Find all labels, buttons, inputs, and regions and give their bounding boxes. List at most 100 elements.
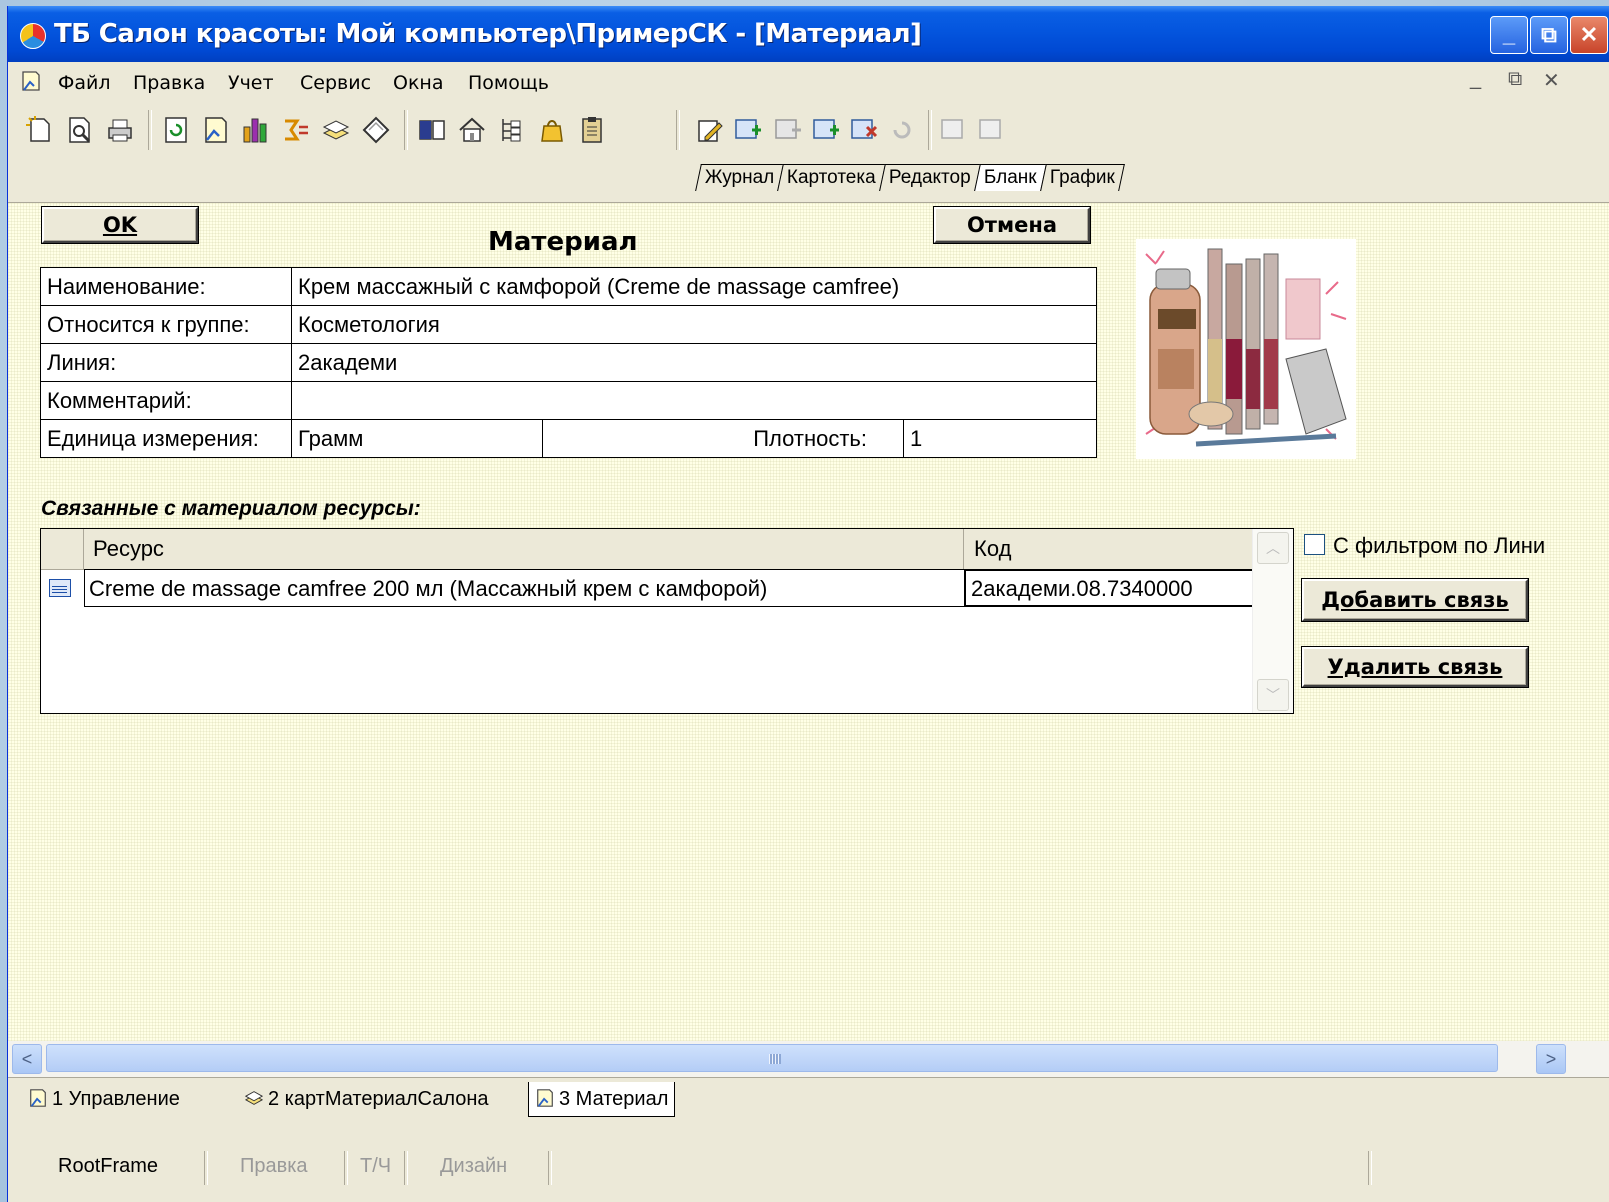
record-add-icon[interactable] [732,114,764,146]
menu-windows[interactable]: Окна [393,72,444,94]
grid-header-indicator [41,529,84,569]
document-icon [537,1089,553,1107]
stack-icon [244,1091,264,1105]
line-filter-checkbox[interactable]: С фильтром по Лини [1304,533,1545,559]
line-filter-label: С фильтром по Лини [1333,533,1546,558]
view-tabs: Журнал Картотека Редактор Бланк График [695,164,1125,192]
material-fields-table: Наименование: Крем массажный с камфорой … [40,267,1097,458]
unit-label: Единица измерения: [40,419,292,458]
menu-service[interactable]: Сервис [300,72,371,94]
resources-section-label: Связанные с материалом ресурсы: [41,497,421,520]
column-header-resource[interactable]: Ресурс [84,529,964,569]
group-label: Относится к группе: [40,305,292,344]
window-tabs: 1 Управление 2 картМатериалСалона 3 Мате… [8,1077,1609,1122]
tab-cardfile[interactable]: Картотека [777,164,886,191]
resources-grid: Ресурс Код Creme de massage camfree 200 … [40,528,1294,714]
tab-window-material-card[interactable]: 2 картМатериалСалона [244,1082,489,1116]
book-icon[interactable] [416,114,448,146]
stack-icon[interactable] [320,114,352,146]
toolbar: Журнал Картотека Редактор Бланк График [8,102,1609,203]
home-icon[interactable] [456,114,488,146]
close-button[interactable]: ✕ [1570,16,1608,54]
record-icon [49,579,71,597]
mdi-restore-button[interactable]: ⧉ [1508,68,1522,91]
record-copy-icon[interactable] [772,114,804,146]
window-title: ТБ Салон красоты: Мой компьютер\ПримерСК… [54,19,922,49]
remove-link-button[interactable]: Удалить связь [1302,647,1528,687]
record-next-icon[interactable] [976,114,1008,146]
table-row[interactable]: Creme de massage camfree 200 мл (Массажн… [41,569,1254,609]
refresh-icon[interactable] [160,114,192,146]
doc-icon[interactable] [200,114,232,146]
scroll-left-icon[interactable]: < [12,1044,42,1074]
sum-icon[interactable] [280,114,312,146]
density-label: Плотность: [542,419,904,458]
preview-icon[interactable] [64,114,96,146]
density-field[interactable]: 1 [903,419,1097,458]
column-header-code[interactable]: Код [966,529,1254,569]
minimize-button[interactable]: _ [1490,16,1528,54]
code-cell[interactable]: 2академи.08.7340000 [964,569,1254,607]
scroll-down-icon[interactable]: ﹀ [1257,679,1289,711]
menu-edit[interactable]: Правка [133,72,205,94]
main-window: ТБ Салон красоты: Мой компьютер\ПримерСК… [8,6,1609,1202]
chart-icon[interactable] [240,114,272,146]
scroll-right-icon[interactable]: > [1536,1044,1566,1074]
name-label: Наименование: [40,267,292,306]
status-edit: Правка [240,1155,308,1177]
grid-header: Ресурс Код [41,529,1253,570]
form-area: OK Отмена Материал Наименование: Крем ма… [8,203,1609,1041]
tab-chart[interactable]: График [1039,164,1125,191]
unit-field[interactable]: Грамм [291,419,543,458]
comment-label: Комментарий: [40,381,292,420]
grip-icon [769,1054,781,1064]
record-delete-icon[interactable] [848,114,880,146]
resource-cell[interactable]: Creme de massage camfree 200 мл (Массажн… [84,569,964,607]
status-bar: RootFrame Правка Т/Ч Дизайн [8,1121,1609,1202]
name-field[interactable]: Крем массажный с камфорой (Creme de mass… [291,267,1097,306]
horizontal-scrollbar[interactable]: < > [8,1041,1609,1077]
tab-window-material[interactable]: 3 Материал [528,1082,676,1117]
print-icon[interactable] [104,114,136,146]
add-link-button[interactable]: Добавить связь [1302,579,1528,621]
record-refresh-icon[interactable] [886,114,918,146]
line-label: Линия: [40,343,292,382]
record-insert-icon[interactable] [810,114,842,146]
app-logo-icon [20,23,46,49]
status-rootframe: RootFrame [58,1155,159,1177]
record-prev-icon[interactable] [938,114,970,146]
ok-button[interactable]: OK [42,207,198,243]
product-image [1136,239,1356,459]
checkbox-box[interactable] [1304,534,1325,555]
scroll-thumb[interactable] [46,1044,1498,1072]
document-icon [22,71,40,91]
status-tch: Т/Ч [360,1155,392,1177]
tab-editor[interactable]: Редактор [879,164,981,191]
line-field[interactable]: 2академи [291,343,1097,382]
grid-vertical-scrollbar[interactable]: ︿ ﹀ [1252,529,1293,713]
scroll-up-icon[interactable]: ︿ [1257,532,1289,564]
restore-button[interactable]: ⧉ [1530,16,1568,54]
clipboard-icon[interactable] [576,114,608,146]
group-field[interactable]: Косметология [291,305,1097,344]
form-title: Материал [488,227,638,257]
status-design: Дизайн [440,1155,508,1177]
tree-icon[interactable] [496,114,528,146]
tab-window-management[interactable]: 1 Управление [28,1082,180,1116]
tag-icon[interactable] [360,114,392,146]
edit-icon[interactable] [694,114,726,146]
document-icon [30,1089,46,1107]
tab-form[interactable]: Бланк [974,164,1047,191]
cancel-button[interactable]: Отмена [934,207,1090,243]
comment-field[interactable] [291,381,1097,420]
menu-bar: Файл Правка Учет Сервис Окна Помощь _ ⧉ … [8,62,1609,102]
title-bar[interactable]: ТБ Салон красоты: Мой компьютер\ПримерСК… [8,6,1609,62]
mdi-minimize-button[interactable]: _ [1470,68,1481,91]
menu-file[interactable]: Файл [58,72,111,94]
menu-accounting[interactable]: Учет [228,72,274,94]
bag-icon[interactable] [536,114,568,146]
new-doc-icon[interactable] [24,114,56,146]
tab-journal[interactable]: Журнал [695,164,785,191]
menu-help[interactable]: Помощь [468,72,549,94]
mdi-close-button[interactable]: ✕ [1543,68,1560,93]
